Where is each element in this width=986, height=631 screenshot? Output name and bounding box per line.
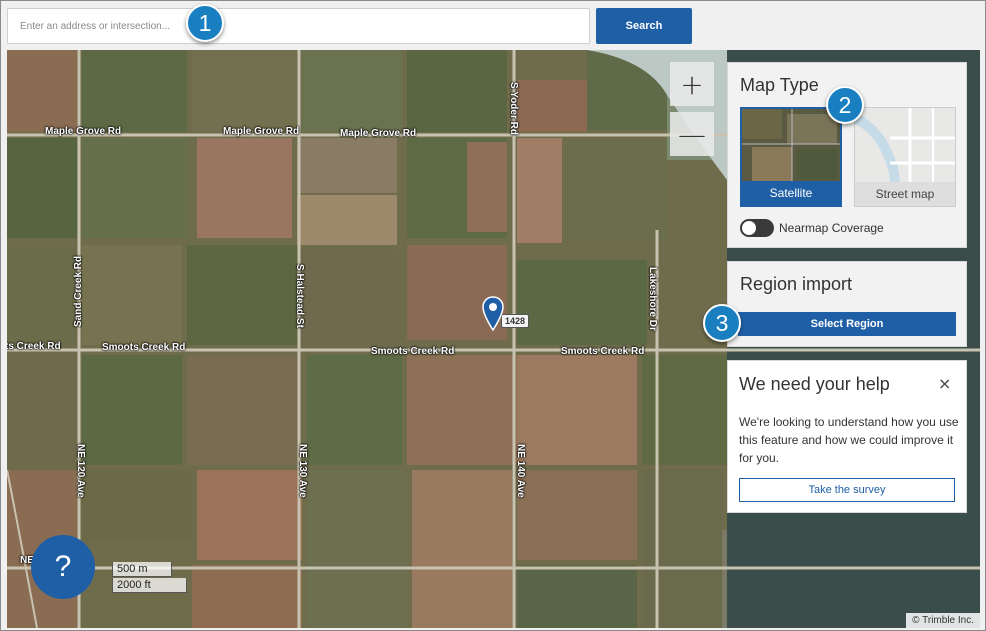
street-map-option[interactable]: Street map [854,107,956,207]
road-label-smoots-creek: Smoots Creek Rd [561,346,645,357]
route-shield: 1428 [501,314,530,328]
select-region-button[interactable]: Select Region [738,312,956,336]
satellite-thumbnail-icon [742,109,840,185]
survey-text: We're looking to understand how you use … [739,415,959,465]
region-import-panel: Region import Select Region [727,261,967,347]
road-label-lakeshore: Lakeshore Dr [647,267,658,331]
step-badge-3: 3 [703,304,741,342]
survey-panel: We need your help × We're looking to und… [727,360,967,513]
nearmap-coverage-toggle[interactable] [740,219,774,237]
survey-title: We need your help [739,374,890,394]
take-survey-button[interactable]: Take the survey [739,478,955,502]
nearmap-coverage-label: Nearmap Coverage [779,221,884,235]
scale-bar-metric: 500 m [112,562,172,577]
toggle-knob [742,221,756,235]
road-label-maple-grove: Maple Grove Rd [223,126,300,137]
zoom-out-button[interactable]: — [670,112,714,156]
map-type-title: Map Type [740,75,819,95]
road-label-ne120: NE 120 Ave [75,444,86,498]
satellite-option-label: Satellite [742,181,840,205]
road-label-yoder: S Yoder Rd [508,82,519,135]
street-map-thumbnail-icon [855,108,955,185]
road-label-smoots-creek: Smoots Creek Rd [371,346,455,357]
road-label-smoots-creek: Smoots Creek Rd [102,342,186,353]
step-badge-1: 1 [186,4,224,42]
region-import-title: Region import [740,274,853,294]
road-label-ne130: NE 130 Ave [297,444,308,498]
location-pin-icon[interactable] [482,296,504,332]
step-badge-2: 2 [826,86,864,124]
search-button[interactable]: Search [596,8,692,44]
road-label-smoots-creek: ts Creek Rd [7,341,61,352]
close-icon[interactable]: × [938,374,951,393]
scale-bar-imperial: 2000 ft [112,578,187,593]
help-button[interactable]: ? [31,535,95,599]
road-label-ne140: NE 140 Ave [515,444,526,498]
road-label-sand-creek: Sand Creek Rd [73,255,84,327]
satellite-option[interactable]: Satellite [740,107,842,207]
road-label-halstead: S Halstead St [294,264,305,328]
road-label-maple-grove: Maple Grove Rd [340,128,417,139]
road-label-maple-grove: Maple Grove Rd [45,126,122,137]
zoom-in-button[interactable]: + [670,62,714,106]
copyright-notice: © Trimble Inc. [906,613,980,628]
address-search-input[interactable] [7,8,590,44]
street-map-option-label: Street map [855,182,955,206]
